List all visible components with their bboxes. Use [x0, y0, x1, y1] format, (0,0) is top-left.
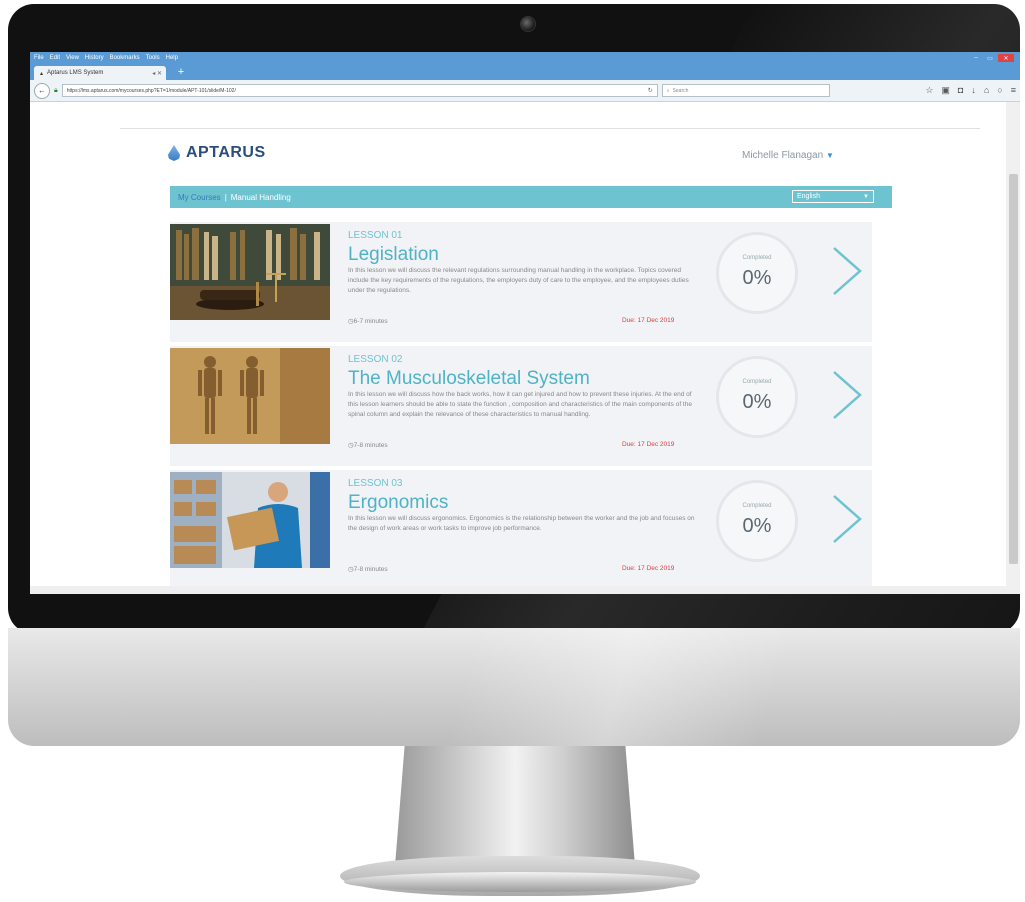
tab-bar: ▴ Aptarus LMS System ◂ ✕ +: [30, 64, 1020, 80]
user-menu[interactable]: Michelle Flanagan ▼: [742, 150, 834, 161]
library-icon[interactable]: ▣: [941, 85, 950, 96]
back-icon[interactable]: ←: [34, 82, 50, 99]
vertical-scrollbar[interactable]: [1006, 102, 1020, 594]
browser-tab[interactable]: ▴ Aptarus LMS System ◂ ✕: [34, 66, 166, 80]
toolbar-icons: ☆ ▣ ◘ ↓ ⌂ ○ ≡: [925, 85, 1016, 96]
reload-icon[interactable]: ↻: [648, 87, 653, 94]
chevron-right-icon[interactable]: [828, 368, 866, 422]
language-select[interactable]: English ▼: [792, 190, 874, 203]
download-icon[interactable]: ↓: [971, 85, 976, 96]
chevron-down-icon: ▼: [825, 151, 834, 160]
progress-label: Completed: [742, 503, 772, 509]
lesson-title[interactable]: Ergonomics: [348, 492, 448, 514]
monitor-chin: [8, 628, 1020, 746]
maximize-icon[interactable]: ▭: [984, 54, 996, 62]
search-placeholder: Search: [672, 87, 689, 94]
menu-history[interactable]: History: [85, 55, 104, 61]
menu-edit[interactable]: Edit: [50, 55, 60, 61]
minimize-icon[interactable]: –: [970, 54, 982, 62]
progress-percent: 0%: [742, 515, 772, 537]
tab-close-icon[interactable]: ◂ ✕: [152, 70, 162, 77]
lesson-number: LESSON 01: [348, 230, 403, 241]
search-icon: ⌕: [666, 87, 670, 94]
chevron-right-icon[interactable]: [828, 492, 866, 546]
page-viewport: APTARUS Michelle Flanagan ▼ My Courses |…: [30, 102, 1006, 594]
progress-ring: Completed 0%: [716, 480, 798, 562]
menu-view[interactable]: View: [66, 55, 79, 61]
lesson-card[interactable]: LESSON 02 The Musculoskeletal System In …: [170, 346, 872, 466]
lesson-description: In this lesson we will discuss the relev…: [348, 267, 689, 294]
scrollbar-thumb[interactable]: [1009, 174, 1018, 564]
language-value: English: [797, 193, 820, 200]
logo-drop-icon: [168, 145, 180, 161]
progress-label: Completed: [742, 379, 772, 385]
address-text: https://lms.aptarus.com/mycourses.php?ET…: [66, 87, 236, 94]
menu-tools[interactable]: Tools: [146, 55, 160, 61]
monitor-stand: [395, 746, 635, 866]
horizontal-scrollbar[interactable]: [30, 586, 1006, 594]
chat-icon[interactable]: ○: [997, 85, 1002, 96]
tab-title: Aptarus LMS System: [47, 70, 104, 76]
progress-ring: Completed 0%: [716, 356, 798, 438]
lesson-duration: ◷7-8 minutes: [348, 442, 388, 449]
lesson-2-thumbnail: [170, 348, 330, 444]
lesson-description: In this lesson we will discuss ergonomic…: [348, 515, 695, 532]
navigation-toolbar: ← 🔒︎ https://lms.aptarus.com/mycourses.p…: [30, 80, 1020, 102]
lock-icon: 🔒︎: [54, 86, 58, 94]
lesson-due-date: Due: 17 Dec 2019: [622, 441, 675, 448]
address-bar[interactable]: https://lms.aptarus.com/mycourses.php?ET…: [61, 84, 658, 97]
course-navbar: My Courses | Manual Handling English ▼: [170, 186, 892, 208]
home-icon[interactable]: ⌂: [984, 85, 989, 96]
menu-bar: File Edit View History Bookmarks Tools H…: [30, 52, 1020, 64]
menu-help[interactable]: Help: [166, 55, 178, 61]
progress-label: Completed: [742, 255, 772, 261]
menu-bookmarks[interactable]: Bookmarks: [110, 55, 140, 61]
logo-text: APTARUS: [186, 144, 266, 161]
lesson-1-thumbnail: [170, 224, 330, 320]
lesson-due-date: Due: 17 Dec 2019: [622, 317, 675, 324]
lesson-title[interactable]: Legislation: [348, 244, 439, 266]
lesson-number: LESSON 03: [348, 478, 403, 489]
lesson-3-thumbnail: [170, 472, 330, 568]
lesson-due-date: Due: 17 Dec 2019: [622, 565, 675, 572]
tab-favicon-icon: ▴: [40, 70, 44, 77]
progress-percent: 0%: [742, 391, 772, 413]
lesson-description: In this lesson we will discuss how the b…: [348, 391, 692, 418]
pocket-icon[interactable]: ◘: [958, 85, 963, 96]
chevron-right-icon[interactable]: [828, 244, 866, 298]
lesson-duration: ◷7-8 minutes: [348, 566, 388, 573]
dropdown-arrow-icon: ▼: [863, 193, 869, 200]
browser-window: File Edit View History Bookmarks Tools H…: [30, 52, 1020, 594]
lesson-card[interactable]: LESSON 03 Ergonomics In this lesson we w…: [170, 470, 872, 590]
progress-percent: 0%: [742, 267, 772, 289]
lesson-duration: ◷6-7 minutes: [348, 318, 388, 325]
lesson-title[interactable]: The Musculoskeletal System: [348, 368, 590, 390]
lesson-number: LESSON 02: [348, 354, 403, 365]
breadcrumb-my-courses[interactable]: My Courses: [178, 193, 221, 202]
progress-ring: Completed 0%: [716, 232, 798, 314]
hamburger-menu-icon[interactable]: ≡: [1011, 85, 1016, 96]
new-tab-icon[interactable]: +: [174, 66, 188, 78]
camera-icon: [520, 16, 536, 32]
lesson-card[interactable]: LESSON 01 Legislation In this lesson we …: [170, 222, 872, 342]
menu-file[interactable]: File: [34, 55, 44, 61]
close-icon[interactable]: ✕: [998, 54, 1014, 62]
user-name: Michelle Flanagan: [742, 150, 824, 161]
aptarus-logo[interactable]: APTARUS: [168, 144, 266, 162]
search-input[interactable]: ⌕ Search: [661, 84, 830, 97]
bookmark-star-icon[interactable]: ☆: [925, 85, 933, 96]
window-controls: – ▭ ✕: [970, 54, 1014, 62]
breadcrumb-course[interactable]: Manual Handling: [231, 193, 291, 202]
